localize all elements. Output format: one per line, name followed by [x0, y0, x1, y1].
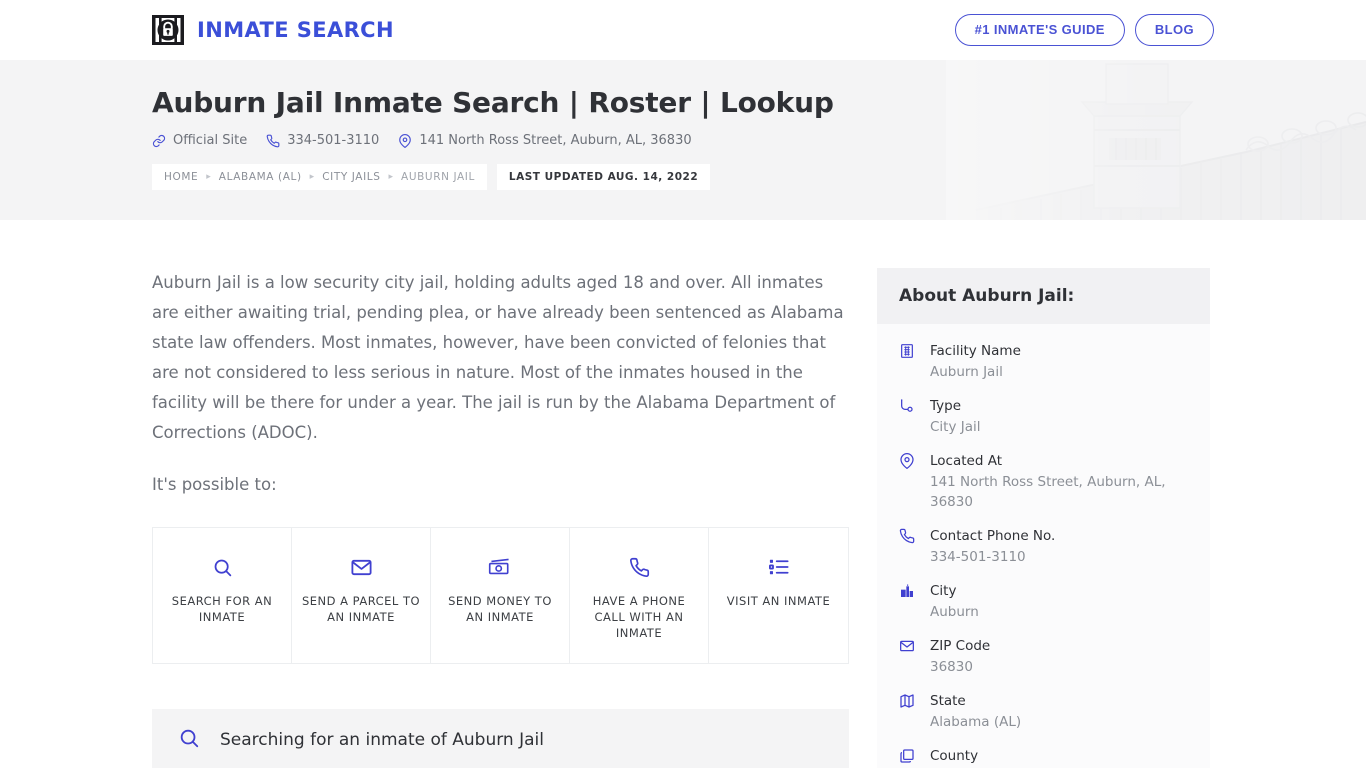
brand-logo-link[interactable]: INMATE SEARCH	[152, 15, 394, 45]
phone-icon	[266, 134, 280, 148]
about-key: Type	[930, 398, 962, 414]
about-facility-list: Facility Name Auburn Jail Type City Jail…	[877, 324, 1210, 768]
link-icon	[152, 134, 166, 147]
location-pin-icon	[899, 450, 917, 512]
official-site-label: Official Site	[173, 133, 248, 149]
about-row-state: State Alabama (AL)	[899, 690, 1188, 732]
possible-to-label: It's possible to:	[152, 475, 277, 494]
card-label: HAVE A PHONE CALL WITH AN INMATE	[592, 594, 686, 640]
intro-paragraph: Auburn Jail is a low security city jail,…	[152, 273, 844, 442]
about-key: City	[930, 583, 957, 599]
breadcrumb-list: HOME ▸ ALABAMA (AL) ▸ CITY JAILS ▸ AUBUR…	[152, 164, 487, 191]
phone-icon	[899, 525, 917, 567]
card-visit-inmate[interactable]: VISIT AN INMATE	[709, 528, 848, 663]
sidebar-column: About Auburn Jail: Facility Name Auburn …	[877, 220, 1210, 768]
hero-meta: Official Site 334-501-3110 141 North Ros…	[152, 133, 1214, 148]
hero-phone[interactable]: 334-501-3110	[266, 133, 379, 148]
page-title: Auburn Jail Inmate Search | Roster | Loo…	[152, 86, 834, 119]
about-facility-card: About Auburn Jail: Facility Name Auburn …	[877, 268, 1210, 768]
about-key: County	[930, 748, 979, 764]
about-row-city: City Auburn	[899, 580, 1188, 622]
list-icon	[768, 554, 790, 580]
brand-name: INMATE SEARCH	[197, 18, 394, 42]
phone-icon	[629, 554, 650, 580]
about-row-located-at: Located At 141 North Ross Street, Auburn…	[899, 450, 1188, 512]
about-row-county: County Lee County	[899, 745, 1188, 768]
blog-button[interactable]: BLOG	[1134, 14, 1214, 46]
card-label: SEND MONEY TO AN INMATE	[448, 594, 552, 624]
city-icon	[899, 580, 917, 622]
prison-lock-icon	[152, 15, 184, 45]
breadcrumb: HOME ▸ ALABAMA (AL) ▸ CITY JAILS ▸ AUBUR…	[152, 164, 1214, 191]
action-card-grid: SEARCH FOR AN INMATE SEND A PARCEL TO AN…	[152, 527, 849, 664]
hero-content: Auburn Jail Inmate Search | Roster | Loo…	[0, 60, 1366, 191]
about-key: Facility Name	[930, 343, 1021, 359]
card-send-money[interactable]: SEND MONEY TO AN INMATE	[431, 528, 570, 663]
hero-address[interactable]: 141 North Ross Street, Auburn, AL, 36830	[398, 133, 692, 149]
about-key: Contact Phone No.	[930, 528, 1056, 544]
chevron-right-icon: ▸	[206, 172, 211, 183]
card-phone-call[interactable]: HAVE A PHONE CALL WITH AN INMATE	[570, 528, 709, 663]
main-column: Auburn Jail is a low security city jail,…	[152, 220, 849, 768]
page-root: INMATE SEARCH #1 INMATE'S GUIDE BLOG Aub…	[0, 0, 1366, 768]
card-label: SEND A PARCEL TO AN INMATE	[301, 594, 421, 624]
hero-phone-label: 334-501-3110	[287, 133, 380, 149]
copy-icon	[899, 745, 917, 768]
about-value: Auburn Jail	[930, 364, 1003, 380]
about-key: State	[930, 693, 966, 709]
about-value: Alabama (AL)	[930, 714, 1022, 730]
about-value: City Jail	[930, 419, 981, 435]
search-icon	[178, 727, 200, 753]
hero-section: Auburn Jail Inmate Search | Roster | Loo…	[0, 60, 1366, 220]
node-type-icon	[899, 395, 917, 437]
search-banner-label: Searching for an inmate of Auburn Jail	[220, 730, 544, 750]
about-card-title: About Auburn Jail:	[877, 268, 1210, 324]
about-row-type: Type City Jail	[899, 395, 1188, 437]
inmates-guide-button[interactable]: #1 INMATE'S GUIDE	[954, 14, 1125, 46]
breadcrumb-item-alabama[interactable]: ALABAMA (AL)	[219, 171, 302, 183]
search-icon	[212, 554, 233, 580]
about-value: 36830	[930, 659, 973, 675]
official-site-link[interactable]: Official Site	[152, 133, 247, 148]
about-value: 141 North Ross Street, Auburn, AL, 36830	[930, 474, 1166, 510]
money-icon	[488, 554, 512, 580]
about-row-phone: Contact Phone No. 334-501-3110	[899, 525, 1188, 567]
envelope-icon	[350, 554, 373, 580]
breadcrumb-item-home[interactable]: HOME	[164, 171, 198, 183]
search-inmate-banner[interactable]: Searching for an inmate of Auburn Jail	[152, 709, 849, 768]
card-search-for-inmate[interactable]: SEARCH FOR AN INMATE	[153, 528, 292, 663]
content-area: Auburn Jail is a low security city jail,…	[0, 220, 1366, 768]
chevron-right-icon: ▸	[388, 172, 394, 183]
site-header: INMATE SEARCH #1 INMATE'S GUIDE BLOG	[0, 0, 1366, 60]
about-row-facility-name: Facility Name Auburn Jail	[899, 340, 1188, 382]
card-send-parcel[interactable]: SEND A PARCEL TO AN INMATE	[292, 528, 431, 663]
breadcrumb-item-city-jails[interactable]: CITY JAILS	[322, 171, 380, 183]
breadcrumb-item-auburn-jail: AUBURN JAIL	[401, 171, 475, 184]
map-icon	[899, 690, 917, 732]
about-value: Auburn	[930, 604, 979, 620]
card-label: SEARCH FOR AN INMATE	[171, 594, 273, 624]
card-label: VISIT AN INMATE	[726, 594, 831, 608]
about-key: Located At	[930, 453, 1002, 469]
header-actions: #1 INMATE'S GUIDE BLOG	[954, 14, 1214, 46]
hero-address-label: 141 North Ross Street, Auburn, AL, 36830	[419, 133, 692, 149]
building-icon	[899, 340, 917, 382]
about-row-zip: ZIP Code 36830	[899, 635, 1188, 677]
last-updated-badge: LAST UPDATED AUG. 14, 2022	[496, 164, 711, 191]
chevron-right-icon: ▸	[309, 172, 315, 183]
location-pin-icon	[399, 133, 412, 148]
about-value: 334-501-3110	[930, 549, 1026, 565]
about-key: ZIP Code	[930, 638, 991, 654]
envelope-icon	[899, 635, 917, 677]
